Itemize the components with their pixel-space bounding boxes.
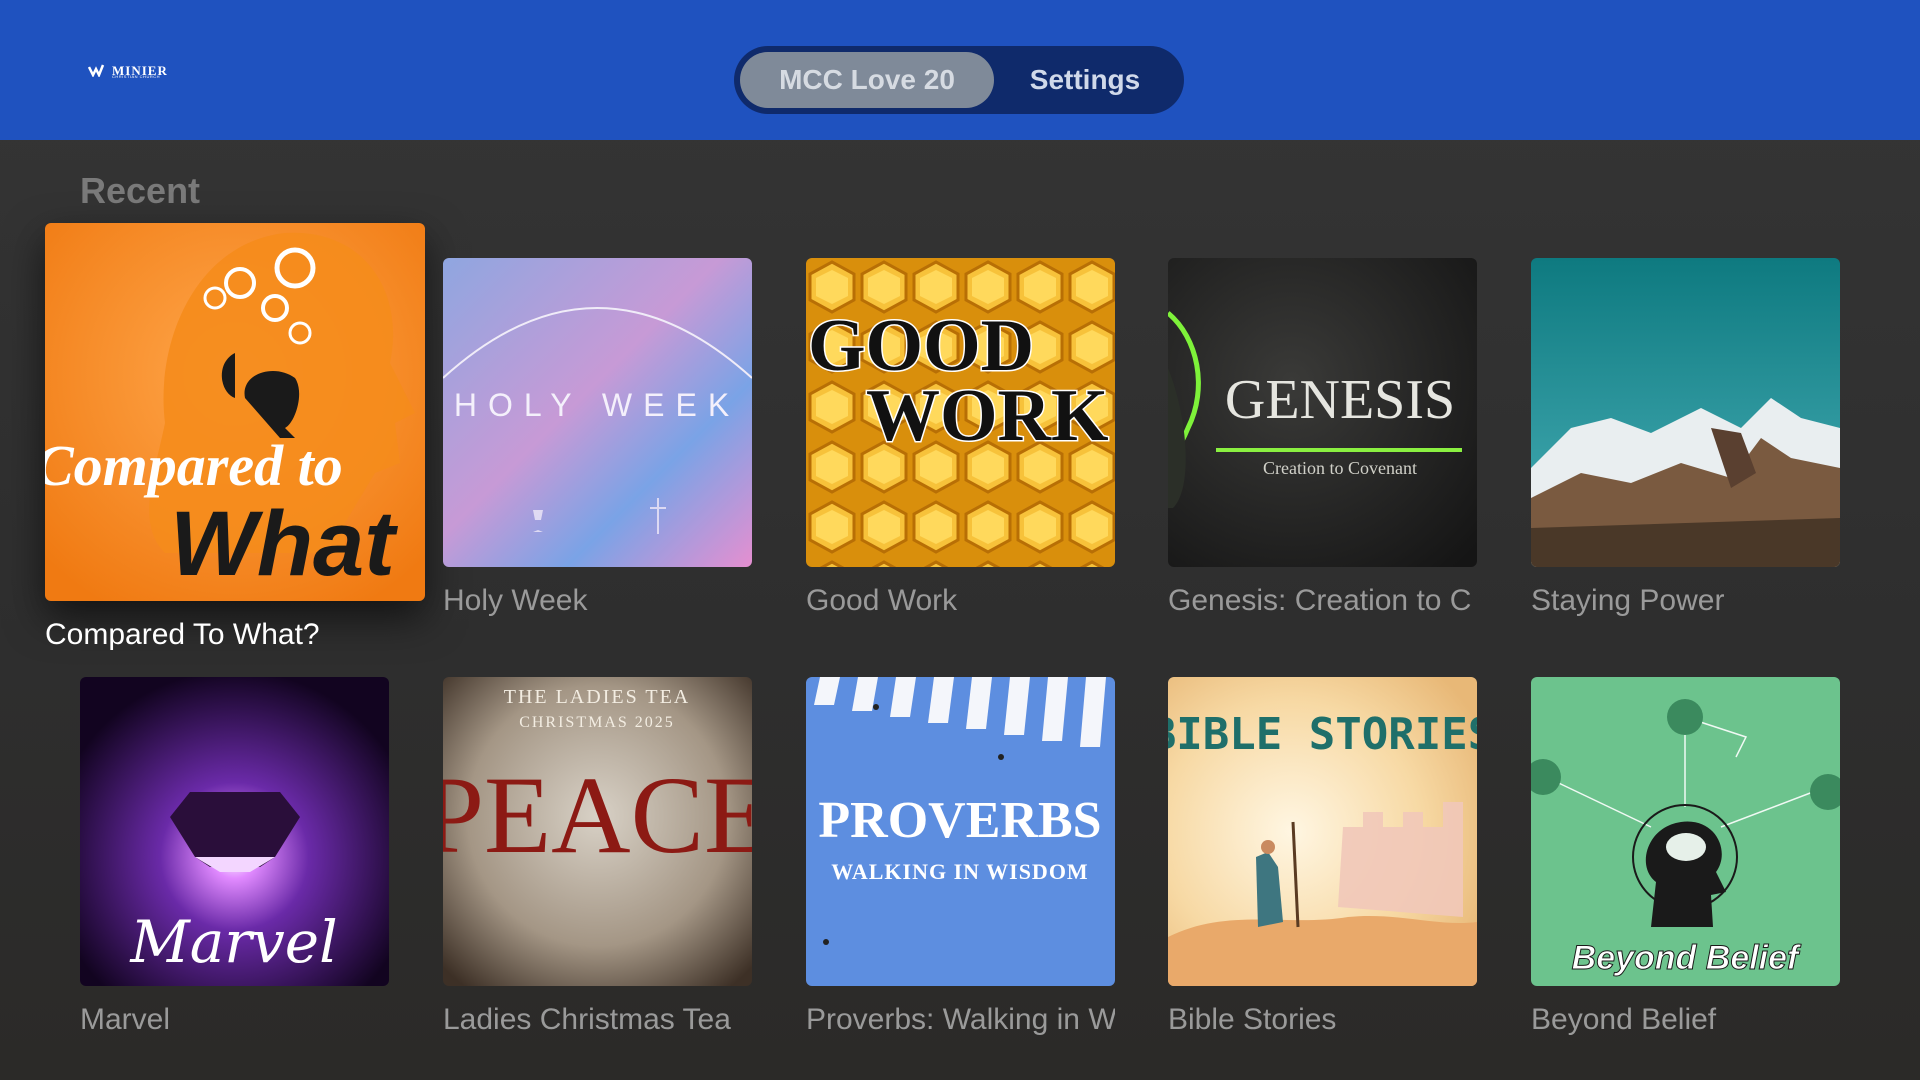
- art-text: WORK: [866, 375, 1109, 457]
- art-text: Marvel: [129, 908, 337, 976]
- tile-title: Good Work: [806, 584, 958, 617]
- genesis-artwork: GENESIS Creation to Covenant: [1168, 258, 1477, 567]
- tile-artwork: [1531, 258, 1840, 567]
- art-text: HOLY WEEK: [454, 387, 740, 423]
- tile-title: Proverbs: Walking in W: [806, 1003, 1115, 1036]
- art-text: THE LADIES TEA: [504, 686, 691, 708]
- tile-title: Ladies Christmas Tea: [443, 1003, 731, 1036]
- compared-to-what-artwork: Compared to What: [45, 223, 425, 601]
- tile-artwork: THE LADIES TEA CHRISTMAS 2025 PEACE: [443, 677, 752, 986]
- tile-title: Marvel: [80, 1003, 171, 1036]
- art-text: PROVERBS: [818, 792, 1101, 849]
- tile-title: Compared To What?: [45, 618, 320, 651]
- tab-bar: MCC Love 20 Settings: [734, 46, 1184, 114]
- art-text: CHRISTMAS 2025: [519, 714, 675, 731]
- tile-title: Genesis: Creation to C: [1168, 584, 1472, 617]
- art-text: WALKING IN WISDOM: [831, 859, 1088, 884]
- art-text: BIBLE STORIES: [1168, 709, 1477, 760]
- tile-artwork: Beyond Belief: [1531, 677, 1840, 986]
- art-text: Creation to Covenant: [1263, 458, 1417, 478]
- tile-artwork: PROVERBS WALKING IN WISDOM: [806, 677, 1115, 986]
- logo-mark-icon: [88, 64, 105, 77]
- proverbs-artwork: PROVERBS WALKING IN WISDOM: [806, 677, 1115, 986]
- top-navigation-bar: MINIER CHRISTIAN CHURCH MCC Love 20 Sett…: [0, 0, 1920, 140]
- art-text: Beyond Belief: [1572, 939, 1802, 977]
- bible-stories-artwork: BIBLE STORIES: [1168, 677, 1477, 986]
- tile-artwork: Marvel: [80, 677, 389, 986]
- art-text: What: [170, 493, 398, 595]
- tile-title: Holy Week: [443, 584, 588, 617]
- tab-settings[interactable]: Settings: [1004, 52, 1166, 108]
- tile-artwork: HOLY WEEK: [443, 258, 752, 567]
- art-text: Compared to: [45, 433, 343, 498]
- tile-artwork: Compared to What: [45, 223, 425, 601]
- ladies-tea-artwork: THE LADIES TEA CHRISTMAS 2025 PEACE: [443, 677, 752, 986]
- tile-title: Beyond Belief: [1531, 1003, 1717, 1036]
- staying-power-artwork: [1531, 258, 1840, 567]
- good-work-artwork: GOOD WORK: [806, 258, 1115, 567]
- art-text: PEACE: [443, 754, 752, 876]
- tile-artwork: GENESIS Creation to Covenant: [1168, 258, 1477, 567]
- beyond-belief-artwork: Beyond Belief: [1531, 677, 1840, 986]
- section-title-recent: Recent: [80, 170, 201, 211]
- tile-title: Bible Stories: [1168, 1003, 1337, 1036]
- tile-title: Staying Power: [1531, 584, 1725, 617]
- art-text: GENESIS: [1225, 369, 1455, 431]
- holy-week-artwork: HOLY WEEK: [443, 258, 752, 567]
- logo-subtext: CHRISTIAN CHURCH: [112, 74, 160, 79]
- marvel-artwork: Marvel: [80, 677, 389, 986]
- tile-artwork: BIBLE STORIES: [1168, 677, 1477, 986]
- tile-artwork: GOOD WORK: [806, 258, 1115, 567]
- church-logo: MINIER CHRISTIAN CHURCH: [88, 60, 168, 80]
- tab-mcc-love-20[interactable]: MCC Love 20: [740, 52, 994, 108]
